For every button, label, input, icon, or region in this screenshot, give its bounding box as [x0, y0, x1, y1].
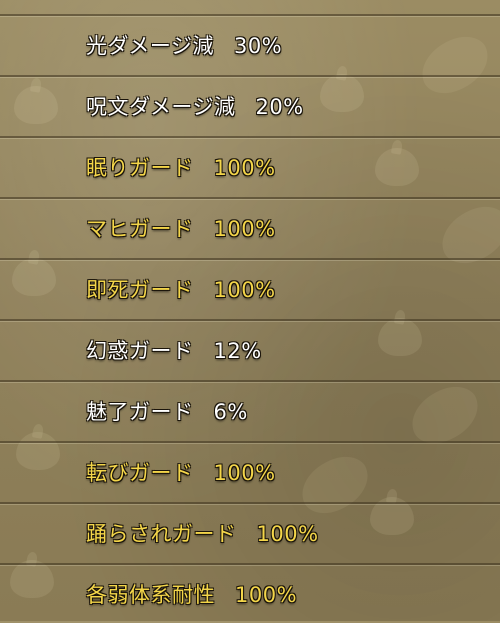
list-item: 踊らされガード 100%	[0, 502, 500, 562]
list-item-label: 即死ガード 100%	[86, 274, 276, 304]
list-item-label: 踊らされガード 100%	[86, 518, 319, 548]
resistance-name: 魅了ガード	[86, 400, 194, 424]
resistance-name: マヒガード	[86, 217, 194, 241]
resistance-value: 12%	[213, 339, 262, 363]
list-item: マヒガード 100%	[0, 197, 500, 257]
resistance-name: 即死ガード	[86, 278, 194, 302]
resistance-name: 眠りガード	[86, 156, 194, 180]
list-item: 即死ガード 100%	[0, 258, 500, 318]
resistance-name: 呪文ダメージ減	[86, 95, 236, 119]
list-item-label: マヒガード 100%	[86, 213, 276, 243]
list-item: 各弱体系耐性 100%	[0, 563, 500, 623]
list-item: 転びガード 100%	[0, 441, 500, 501]
resistance-name: 踊らされガード	[86, 522, 237, 546]
resistance-value: 20%	[255, 95, 304, 119]
resistance-list: 光ダメージ減 30% 呪文ダメージ減 20% 眠りガード 100% マヒガード 100%…	[0, 0, 500, 621]
resistance-name: 転びガード	[86, 461, 194, 485]
list-item: 眠りガード 100%	[0, 136, 500, 196]
list-item-label: 眠りガード 100%	[86, 152, 276, 182]
list-item-label: 呪文ダメージ減 20%	[86, 91, 304, 121]
list-item-label: 各弱体系耐性 100%	[86, 579, 297, 609]
resistance-value: 30%	[233, 34, 283, 58]
resistance-value: 6%	[213, 400, 248, 424]
resistance-value: 100%	[213, 217, 276, 241]
resistance-value: 100%	[213, 461, 276, 485]
list-item-label: 魅了ガード 6%	[86, 396, 248, 426]
list-item: 幻惑ガード 12%	[0, 319, 500, 379]
resistance-value: 100%	[235, 583, 298, 607]
list-item-label: 光ダメージ減 30%	[86, 30, 282, 60]
resistance-name: 各弱体系耐性	[86, 583, 215, 607]
list-item-label: 幻惑ガード 12%	[86, 335, 262, 365]
resistance-value: 100%	[256, 522, 319, 546]
list-item: 魅了ガード 6%	[0, 380, 500, 440]
resistance-name: 幻惑ガード	[86, 339, 194, 363]
resistance-value: 100%	[213, 156, 276, 180]
list-item: 呪文ダメージ減 20%	[0, 75, 500, 135]
resistance-name: 光ダメージ減	[86, 34, 214, 58]
list-item: 光ダメージ減 30%	[0, 14, 500, 74]
resistance-value: 100%	[213, 278, 276, 302]
list-item-label: 転びガード 100%	[86, 457, 276, 487]
